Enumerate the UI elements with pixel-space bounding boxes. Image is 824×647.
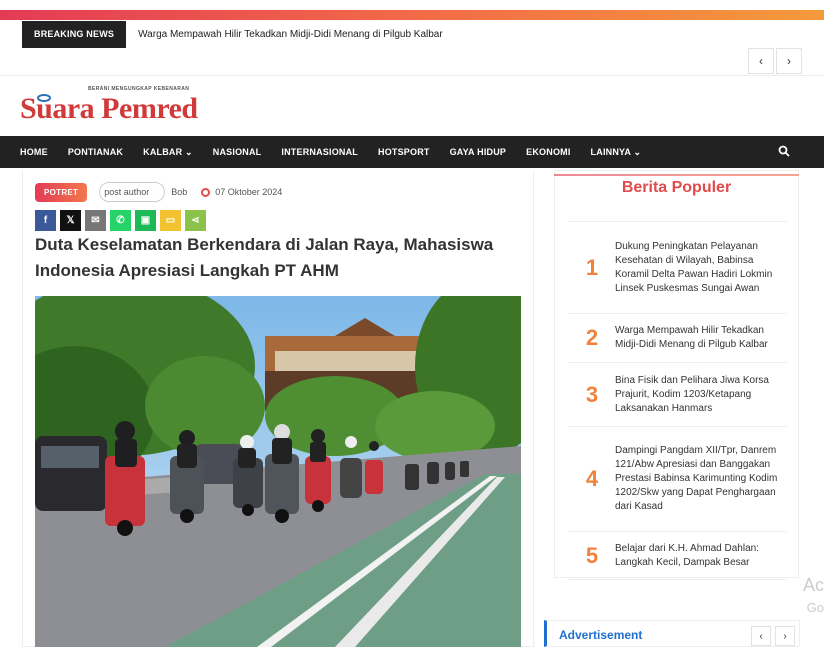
overlay-text: Ac	[802, 575, 824, 595]
sidebar-accent	[554, 174, 799, 176]
list-item[interactable]: 1 Dukung Peningkatan Pelayanan Kesehatan…	[569, 222, 787, 314]
article: POTRET post author Bob 07 Oktober 2024 f…	[22, 170, 534, 647]
author-avatar: post author	[99, 182, 166, 202]
line-share-button[interactable]: ▣	[135, 210, 156, 231]
ticker-next-button[interactable]: ›	[776, 48, 802, 74]
ticker-controls: ‹ ›	[748, 48, 802, 74]
chevron-down-icon: ⌄	[185, 146, 193, 157]
popular-news-list: 1 Dukung Peningkatan Pelayanan Kesehatan…	[569, 221, 787, 580]
envelope-icon: ✉	[91, 215, 100, 226]
divider	[0, 75, 824, 76]
rank-number: 5	[585, 542, 599, 568]
chevron-left-icon: ‹	[759, 630, 763, 642]
rank-number: 3	[585, 381, 599, 407]
whatsapp-share-button[interactable]: ✆	[110, 210, 131, 231]
nav-item-internasional[interactable]: INTERNASIONAL	[271, 147, 368, 157]
popular-news-link[interactable]: Dukung Peningkatan Pelayanan Kesehatan d…	[615, 232, 787, 304]
nav-item-lainnya-label: LAINNYA	[590, 146, 631, 157]
nav-item-kalbar-label: KALBAR	[143, 146, 183, 157]
nav-item-home[interactable]: HOME	[10, 147, 58, 157]
author-name[interactable]: Bob	[171, 187, 187, 197]
chevron-right-icon: ›	[783, 630, 787, 642]
advertisement-label: Advertisement	[559, 628, 643, 642]
list-item[interactable]: 2 Warga Mempawah Hilir Tekadkan Midji-Di…	[569, 314, 787, 363]
x-icon: 𝕏	[66, 215, 75, 226]
rank-number: 1	[585, 254, 599, 280]
popular-news-link[interactable]: Belajar dari K.H. Ahmad Dahlan: Langkah …	[615, 534, 787, 578]
rank-number: 4	[585, 466, 599, 491]
popular-news-link[interactable]: Warga Mempawah Hilir Tekadkan Midji-Didi…	[615, 316, 787, 360]
chevron-left-icon: ‹	[759, 54, 763, 68]
line-icon: ▣	[140, 215, 151, 226]
motorcyclists-photo	[35, 296, 521, 647]
nav-item-ekonomi[interactable]: EKONOMI	[516, 147, 580, 157]
breaking-news-label: BREAKING NEWS	[22, 21, 127, 48]
top-strip	[0, 0, 824, 8]
article-photo	[35, 296, 521, 647]
ad-next-button[interactable]: ›	[775, 626, 795, 646]
popular-news-link[interactable]: Bina Fisik dan Pelihara Jiwa Korsa Praju…	[615, 366, 787, 424]
chevron-right-icon: ›	[787, 54, 791, 68]
facebook-share-button[interactable]: f	[35, 210, 56, 231]
breaking-news-headline[interactable]: Warga Mempawah Hilir Tekadkan Midji-Didi…	[126, 29, 443, 40]
clock-icon	[201, 187, 211, 197]
facebook-icon: f	[43, 215, 48, 226]
ad-controls: ‹ ›	[751, 626, 795, 646]
eye-icon	[37, 94, 51, 102]
article-meta: POTRET post author Bob 07 Oktober 2024	[35, 182, 282, 202]
x-share-button[interactable]: 𝕏	[60, 210, 81, 231]
share-buttons: f 𝕏 ✉ ✆ ▣ ▭ ⋖	[35, 210, 206, 231]
sms-share-button[interactable]: ▭	[160, 210, 181, 231]
post-date-text: 07 Oktober 2024	[215, 187, 283, 197]
site-logo[interactable]: BERANI MENGUNGKAP KEBENARAN Suara Pemred	[20, 86, 230, 126]
article-title: Duta Keselamatan Berkendara di Jalan Ray…	[35, 235, 494, 280]
nav-item-gaya-hidup[interactable]: GAYA HIDUP	[440, 147, 517, 157]
nav-item-lainnya[interactable]: LAINNYA ⌄	[581, 147, 652, 158]
overlay-text: Go	[806, 600, 824, 615]
email-share-button[interactable]: ✉	[85, 210, 106, 231]
share-more-button[interactable]: ⋖	[185, 210, 206, 231]
list-item[interactable]: 3 Bina Fisik dan Pelihara Jiwa Korsa Pra…	[569, 363, 787, 427]
share-icon: ⋖	[191, 215, 200, 226]
nav-item-pontianak[interactable]: PONTIANAK	[58, 147, 133, 157]
post-date: 07 Oktober 2024	[201, 187, 282, 197]
chevron-down-icon: ⌄	[633, 146, 642, 157]
popular-news-link[interactable]: Dampingi Pangdam XII/Tpr, Danrem 121/Abw…	[615, 436, 787, 522]
nav-item-kalbar[interactable]: KALBAR ⌄	[133, 147, 203, 158]
main-navigation: HOME PONTIANAK KALBAR ⌄ NASIONAL INTERNA…	[0, 136, 824, 168]
accent-bar	[0, 10, 824, 20]
advertisement-widget: Advertisement ‹ ›	[544, 620, 800, 647]
category-badge[interactable]: POTRET	[35, 182, 88, 202]
nav-item-nasional[interactable]: NASIONAL	[203, 147, 272, 157]
ad-prev-button[interactable]: ‹	[751, 626, 771, 646]
whatsapp-icon: ✆	[116, 215, 125, 226]
ticker-prev-button[interactable]: ‹	[748, 48, 774, 74]
breaking-news-bar: BREAKING NEWS Warga Mempawah Hilir Tekad…	[22, 21, 443, 48]
nav-item-hotsport[interactable]: HOTSPORT	[368, 147, 440, 157]
popular-news-widget: Berita Populer 1 Dukung Peningkatan Pela…	[554, 170, 799, 580]
list-item[interactable]: 5 Belajar dari K.H. Ahmad Dahlan: Langka…	[569, 532, 787, 580]
sms-icon: ▭	[165, 215, 176, 226]
rank-number: 2	[585, 325, 599, 350]
search-icon[interactable]	[778, 145, 790, 157]
list-item[interactable]: 4 Dampingi Pangdam XII/Tpr, Danrem 121/A…	[569, 427, 787, 532]
popular-news-title: Berita Populer	[621, 179, 732, 196]
